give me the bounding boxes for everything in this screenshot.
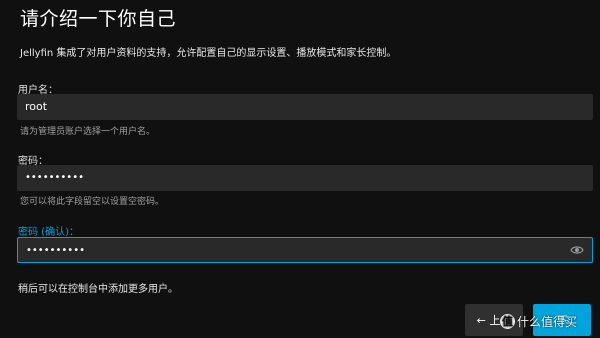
password-confirm-value: •••••••••• bbox=[26, 245, 85, 256]
password-input[interactable]: •••••••••• bbox=[17, 165, 593, 191]
intro-text: Jellyfin 集成了对用户资料的支持，允许配置自己的显示设置、播放模式和家长… bbox=[20, 48, 397, 59]
username-input[interactable]: root bbox=[17, 94, 593, 120]
username-hint: 请为管理员账户选择一个用户名。 bbox=[20, 127, 156, 137]
watermark-badge: 值 bbox=[500, 314, 515, 329]
watermark-text: 什么值得买 bbox=[517, 315, 578, 329]
eye-icon[interactable] bbox=[570, 244, 584, 256]
watermark: 值 什么值得买 bbox=[500, 313, 577, 330]
password-confirm-field[interactable]: •••••••••• bbox=[17, 237, 593, 263]
password-confirm-label: 密码 (确认)： bbox=[18, 227, 79, 238]
add-users-note: 稍后可以在控制台中添加更多用户。 bbox=[18, 284, 178, 295]
page-title: 请介绍一下你自己 bbox=[20, 8, 177, 30]
password-hint: 您可以将此字段留空以设置空密码。 bbox=[20, 197, 165, 207]
